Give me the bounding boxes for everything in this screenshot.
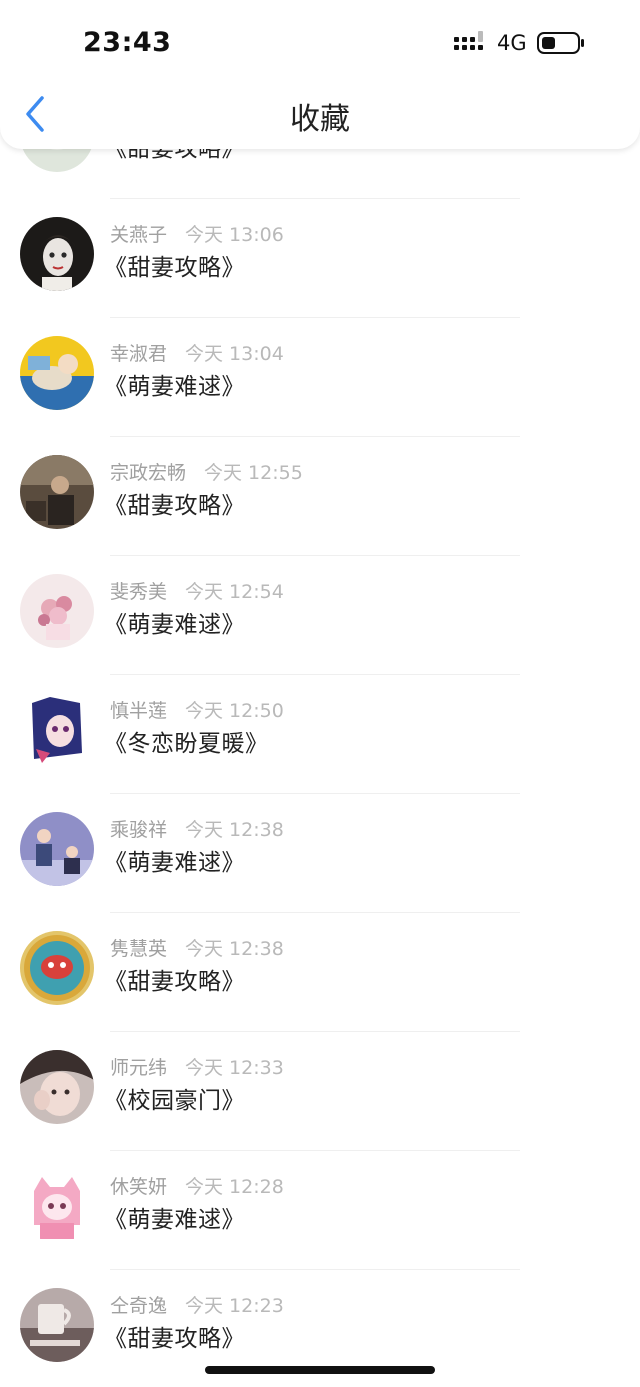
item-meta: 休笑妍 今天 12:28 [110,1172,284,1199]
item-meta: 乘骏祥 今天 12:38 [110,815,284,842]
timestamp: 今天 12:55 [204,462,303,484]
user-name: 宗政宏畅 [110,462,187,484]
item-meta: 关燕子 今天 13:06 [110,220,284,247]
avatar-image [20,336,94,410]
avatar-image [20,217,94,291]
user-name: 幸淑君 [110,343,168,365]
timestamp: 今天 12:23 [185,1295,284,1317]
book-title[interactable]: 《甜妻攻略》 [104,486,245,520]
timestamp: 今天 13:04 [185,343,284,365]
list-item[interactable]: 幸淑君 今天 13:04 《萌妻难逑》 [0,318,640,437]
timestamp: 今天 12:38 [185,819,284,841]
avatar[interactable] [20,336,94,410]
nav-header: 23:43 4G 收藏 [0,0,640,149]
user-name: 乘骏祥 [110,819,168,841]
user-name: 隽慧英 [110,938,168,960]
favorites-screen: 《甜妻攻略》 关燕子 今天 13:06 《甜妻攻略》 幸淑君 今天 13:04 … [0,0,640,1387]
list-item[interactable]: 隽慧英 今天 12:38 《甜妻攻略》 [0,913,640,1032]
timestamp: 今天 12:33 [185,1057,284,1079]
user-name: 关燕子 [110,224,168,246]
user-name: 斐秀美 [110,581,168,603]
item-meta: 隽慧英 今天 12:38 [110,934,284,961]
list-item[interactable]: 慎半莲 今天 12:50 《冬恋盼夏暖》 [0,675,640,794]
avatar[interactable] [20,217,94,291]
item-meta: 慎半莲 今天 12:50 [110,696,284,723]
item-meta: 斐秀美 今天 12:54 [110,577,284,604]
avatar-image [20,931,94,1005]
list-item[interactable]: 关燕子 今天 13:06 《甜妻攻略》 [0,199,640,318]
item-meta: 师元纬 今天 12:33 [110,1053,284,1080]
avatar[interactable] [20,812,94,886]
book-title[interactable]: 《甜妻攻略》 [104,248,245,282]
item-meta: 幸淑君 今天 13:04 [110,339,284,366]
list-item[interactable]: 乘骏祥 今天 12:38 《萌妻难逑》 [0,794,640,913]
avatar[interactable] [20,1288,94,1362]
avatar[interactable] [20,574,94,648]
avatar[interactable] [20,931,94,1005]
avatar-image [20,1288,94,1362]
status-time: 23:43 [83,27,172,58]
avatar-image [20,574,94,648]
list-item[interactable]: 师元纬 今天 12:33 《校园豪门》 [0,1032,640,1151]
book-title[interactable]: 《甜妻攻略》 [104,1319,245,1353]
timestamp: 今天 12:50 [185,700,284,722]
avatar-image [20,455,94,529]
avatar[interactable] [20,1169,94,1243]
avatar[interactable] [20,1050,94,1124]
signal-icon [454,31,483,50]
timestamp: 今天 13:06 [185,224,284,246]
timestamp: 今天 12:54 [185,581,284,603]
user-name: 师元纬 [110,1057,168,1079]
item-meta: 宗政宏畅 今天 12:55 [110,458,303,485]
book-title[interactable]: 《冬恋盼夏暖》 [104,724,269,758]
book-title[interactable]: 《萌妻难逑》 [104,605,245,639]
user-name: 仝奇逸 [110,1295,168,1317]
home-indicator[interactable] [205,1366,435,1374]
avatar[interactable] [20,455,94,529]
item-meta: 仝奇逸 今天 12:23 [110,1291,284,1318]
book-title[interactable]: 《萌妻难逑》 [104,367,245,401]
avatar-image [20,1050,94,1124]
avatar[interactable] [20,693,94,767]
user-name: 慎半莲 [110,700,168,722]
battery-icon [537,32,584,54]
book-title[interactable]: 《萌妻难逑》 [104,843,245,877]
book-title[interactable]: 《校园豪门》 [104,1081,245,1115]
timestamp: 今天 12:28 [185,1176,284,1198]
list-item[interactable]: 宗政宏畅 今天 12:55 《甜妻攻略》 [0,437,640,556]
avatar-image [20,1169,94,1243]
user-name: 休笑妍 [110,1176,168,1198]
network-type: 4G [497,31,527,55]
list-item[interactable]: 斐秀美 今天 12:54 《萌妻难逑》 [0,556,640,675]
timestamp: 今天 12:38 [185,938,284,960]
avatar-image [20,693,94,767]
page-title: 收藏 [290,102,350,137]
book-title[interactable]: 《甜妻攻略》 [104,962,245,996]
book-title[interactable]: 《萌妻难逑》 [104,1200,245,1234]
list-item[interactable]: 休笑妍 今天 12:28 《萌妻难逑》 [0,1151,640,1270]
avatar-image [20,812,94,886]
